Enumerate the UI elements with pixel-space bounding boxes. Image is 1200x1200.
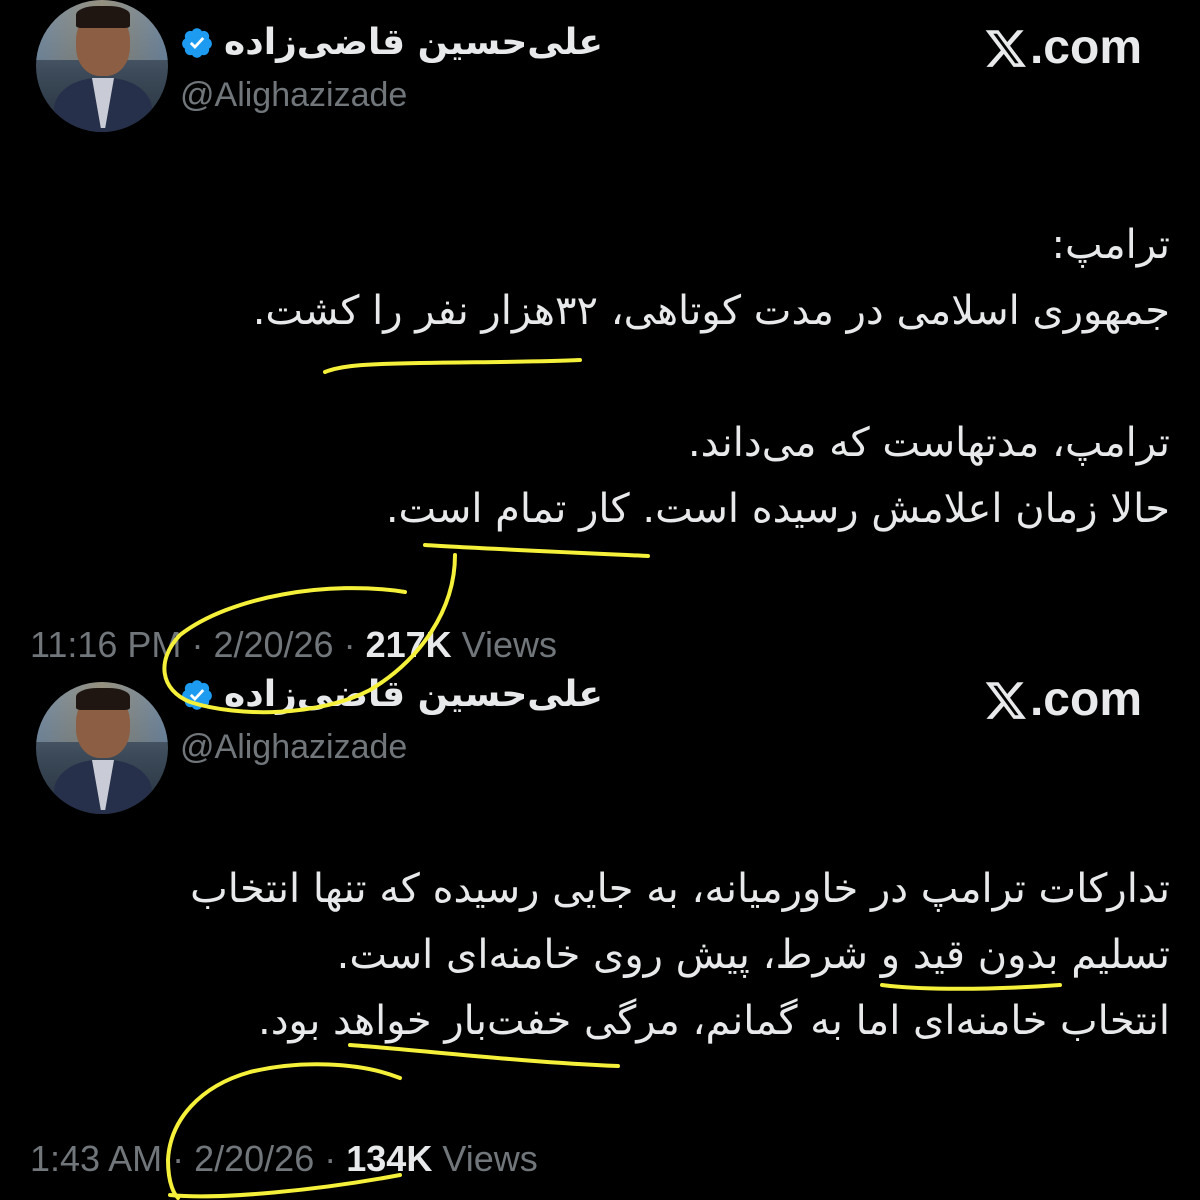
author-name-text: علی‌حسین قاضی‌زاده — [224, 22, 604, 63]
author-name-text: علی‌حسین قاضی‌زاده — [224, 674, 604, 715]
separator-dot: · — [191, 624, 214, 665]
separator-dot: · — [172, 1138, 195, 1179]
avatar[interactable] — [36, 0, 168, 132]
views-count[interactable]: 217K — [366, 624, 452, 665]
tweet-line: تدارکات ترامپ در خاورمیانه، به جایی رسید… — [190, 866, 1170, 912]
views-count[interactable]: 134K — [346, 1138, 432, 1179]
x-logo-icon — [985, 29, 1026, 67]
author-handle[interactable]: @Alighazizade — [180, 76, 407, 115]
views-label: Views — [442, 1138, 538, 1179]
x-brand: .com — [984, 672, 1142, 727]
x-logo-icon — [985, 681, 1026, 719]
tweet-date[interactable]: 2/20/26 — [213, 624, 333, 665]
views-label: Views — [461, 624, 558, 665]
brand-text: .com — [1029, 21, 1142, 74]
brand-text: .com — [1029, 673, 1142, 726]
tweet-body: ترامپ: جمهوری اسلامی در مدت کوتاهی، ۳۲هزا… — [70, 212, 1170, 542]
tweet-2: علی‌حسین قاضی‌زاده @Alighazizade .com تد… — [0, 660, 1200, 1200]
verified-badge-icon — [182, 679, 212, 710]
tweet-date[interactable]: 2/20/26 — [194, 1138, 314, 1179]
tweet-line: جمهوری اسلامی در مدت کوتاهی، ۳۲هزار نفر … — [252, 288, 1170, 334]
x-brand: .com — [984, 20, 1142, 75]
tweet-line: انتخاب خامنه‌ای اما به گمانم، مرگی خفت‌ب… — [258, 998, 1170, 1044]
separator-dot: · — [343, 624, 366, 665]
verified-badge-icon — [182, 27, 212, 58]
tweet-time[interactable]: 11:16 PM — [30, 624, 181, 665]
tweet-1: علی‌حسین قاضی‌زاده @Alighazizade .com تر… — [0, 0, 1200, 680]
tweet-line — [70, 344, 1170, 410]
author-handle[interactable]: @Alighazizade — [180, 728, 407, 767]
tweet-body: تدارکات ترامپ در خاورمیانه، به جایی رسید… — [70, 856, 1170, 1054]
tweet-time[interactable]: 1:43 AM — [30, 1138, 162, 1179]
tweet-meta: 1:43 AM · 2/20/26 · 134K Views — [30, 1138, 538, 1180]
separator-dot: · — [324, 1138, 347, 1179]
avatar[interactable] — [36, 682, 168, 814]
author-name[interactable]: علی‌حسین قاضی‌زاده — [180, 22, 603, 63]
tweet-line: تسلیم بدون قید و شرط، پیش روی خامنه‌ای ا… — [336, 932, 1170, 978]
tweet-line: ترامپ: — [1051, 222, 1171, 268]
tweet-line: ترامپ، مدتهاست که می‌داند. — [687, 420, 1170, 466]
author-name[interactable]: علی‌حسین قاضی‌زاده — [180, 674, 603, 715]
tweet-line: حالا زمان اعلامش رسیده است. کار تمام است… — [385, 486, 1170, 532]
